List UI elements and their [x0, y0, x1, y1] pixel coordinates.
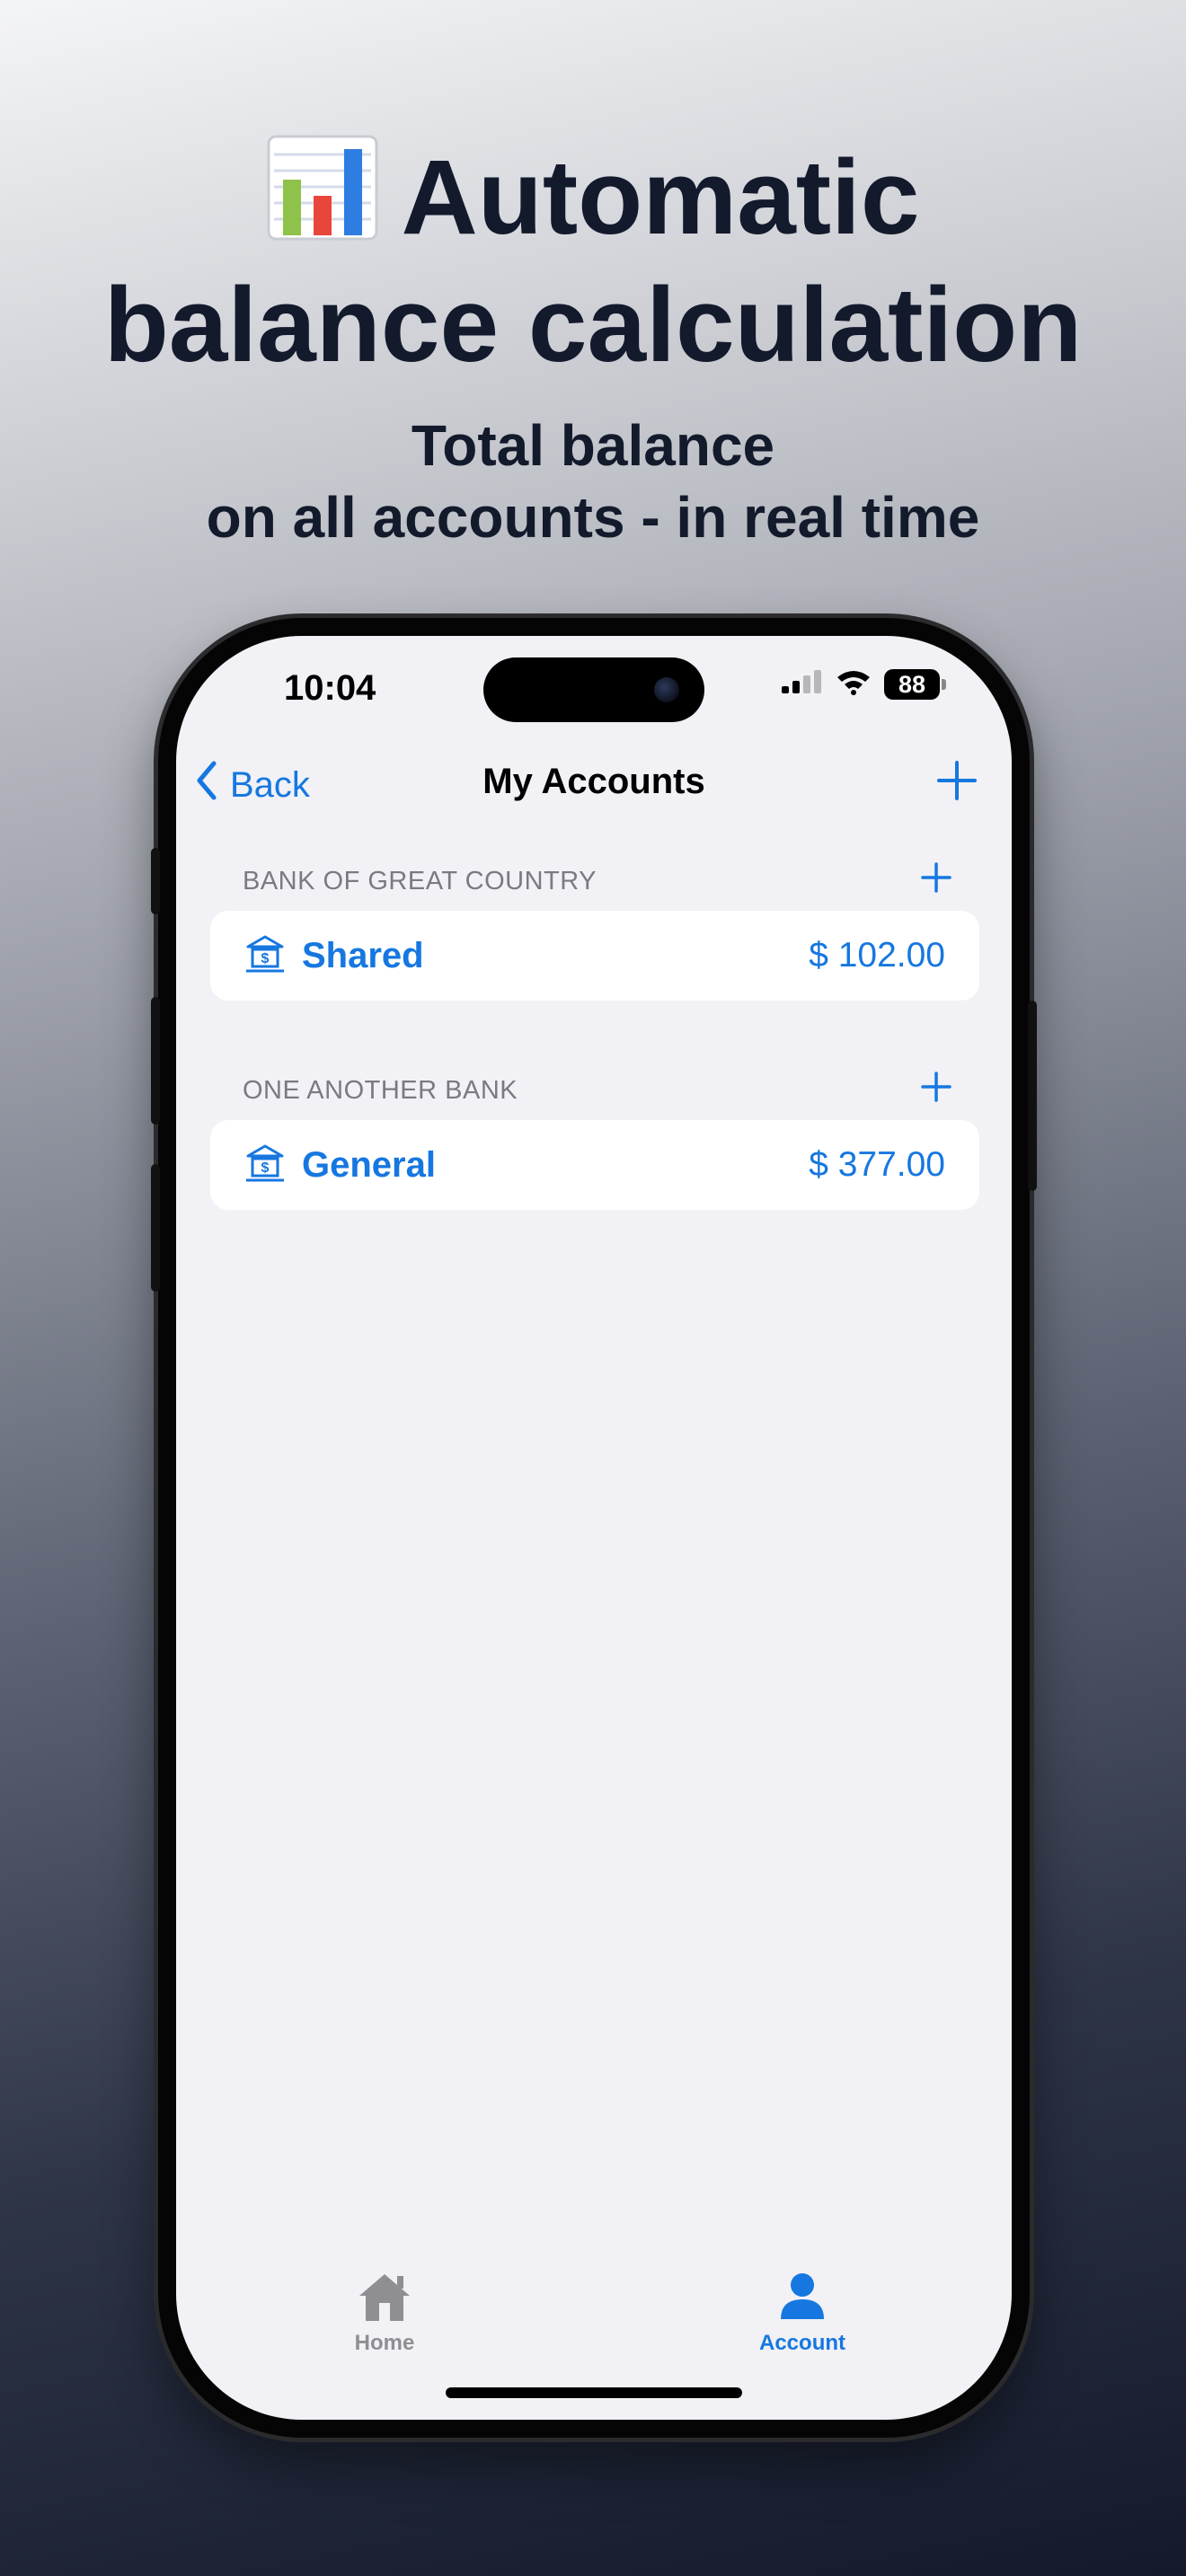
add-account-button[interactable] — [920, 1071, 952, 1110]
wifi-icon — [836, 668, 872, 700]
action-button — [151, 848, 160, 914]
account-row[interactable]: $ General $ 377.00 — [210, 1120, 979, 1210]
person-icon — [774, 2273, 831, 2326]
account-name: General — [302, 1144, 436, 1185]
svg-text:$: $ — [261, 951, 270, 966]
volume-down-button — [151, 1164, 160, 1292]
plus-icon — [920, 861, 952, 901]
tab-account[interactable]: Account — [712, 2271, 892, 2356]
section-header: ONE ANOTHER BANK — [243, 1068, 952, 1113]
volume-up-button — [151, 997, 160, 1125]
promo-title-line1: Automatic — [401, 138, 920, 257]
promo-title-line2: balance calculation — [103, 266, 1083, 384]
plus-icon — [920, 1071, 952, 1110]
add-account-button[interactable] — [920, 861, 952, 901]
phone-screen: 10:04 88 Back My Accounts BANK OF GREAT … — [176, 636, 1012, 2420]
account-balance: $ 102.00 — [809, 936, 945, 975]
dynamic-island — [483, 657, 704, 722]
bar-chart-emoji-icon — [267, 135, 378, 265]
promo-title: Automatic balance calculation — [0, 135, 1186, 385]
plus-icon — [936, 761, 978, 805]
add-bank-button[interactable] — [936, 760, 978, 806]
cellular-signal-icon — [782, 668, 823, 700]
bank-icon: $ — [244, 1143, 286, 1187]
account-name: Shared — [302, 935, 424, 975]
promo-subtitle-line2: on all accounts - in real time — [206, 485, 980, 550]
home-indicator — [446, 2387, 742, 2398]
account-row[interactable]: $ Shared $ 102.00 — [210, 911, 979, 1001]
tab-label: Home — [354, 2331, 415, 2355]
camera-icon — [654, 677, 679, 702]
page-title: My Accounts — [482, 762, 705, 801]
section-header: BANK OF GREAT COUNTRY — [243, 859, 952, 904]
promo-subtitle-line1: Total balance — [411, 413, 775, 478]
house-icon — [356, 2274, 413, 2326]
tab-label: Account — [759, 2331, 845, 2355]
battery-icon: 88 — [884, 668, 946, 700]
section-title: ONE ANOTHER BANK — [243, 1075, 518, 1105]
section-title: BANK OF GREAT COUNTRY — [243, 866, 597, 895]
account-balance: $ 377.00 — [809, 1145, 945, 1184]
power-button — [1028, 1001, 1037, 1191]
status-icons: 88 — [782, 668, 946, 700]
status-time: 10:04 — [284, 668, 376, 708]
promo-subtitle: Total balance on all accounts - in real … — [0, 410, 1186, 553]
svg-text:$: $ — [261, 1160, 270, 1176]
tab-home[interactable]: Home — [295, 2271, 474, 2356]
bank-icon: $ — [244, 934, 286, 978]
